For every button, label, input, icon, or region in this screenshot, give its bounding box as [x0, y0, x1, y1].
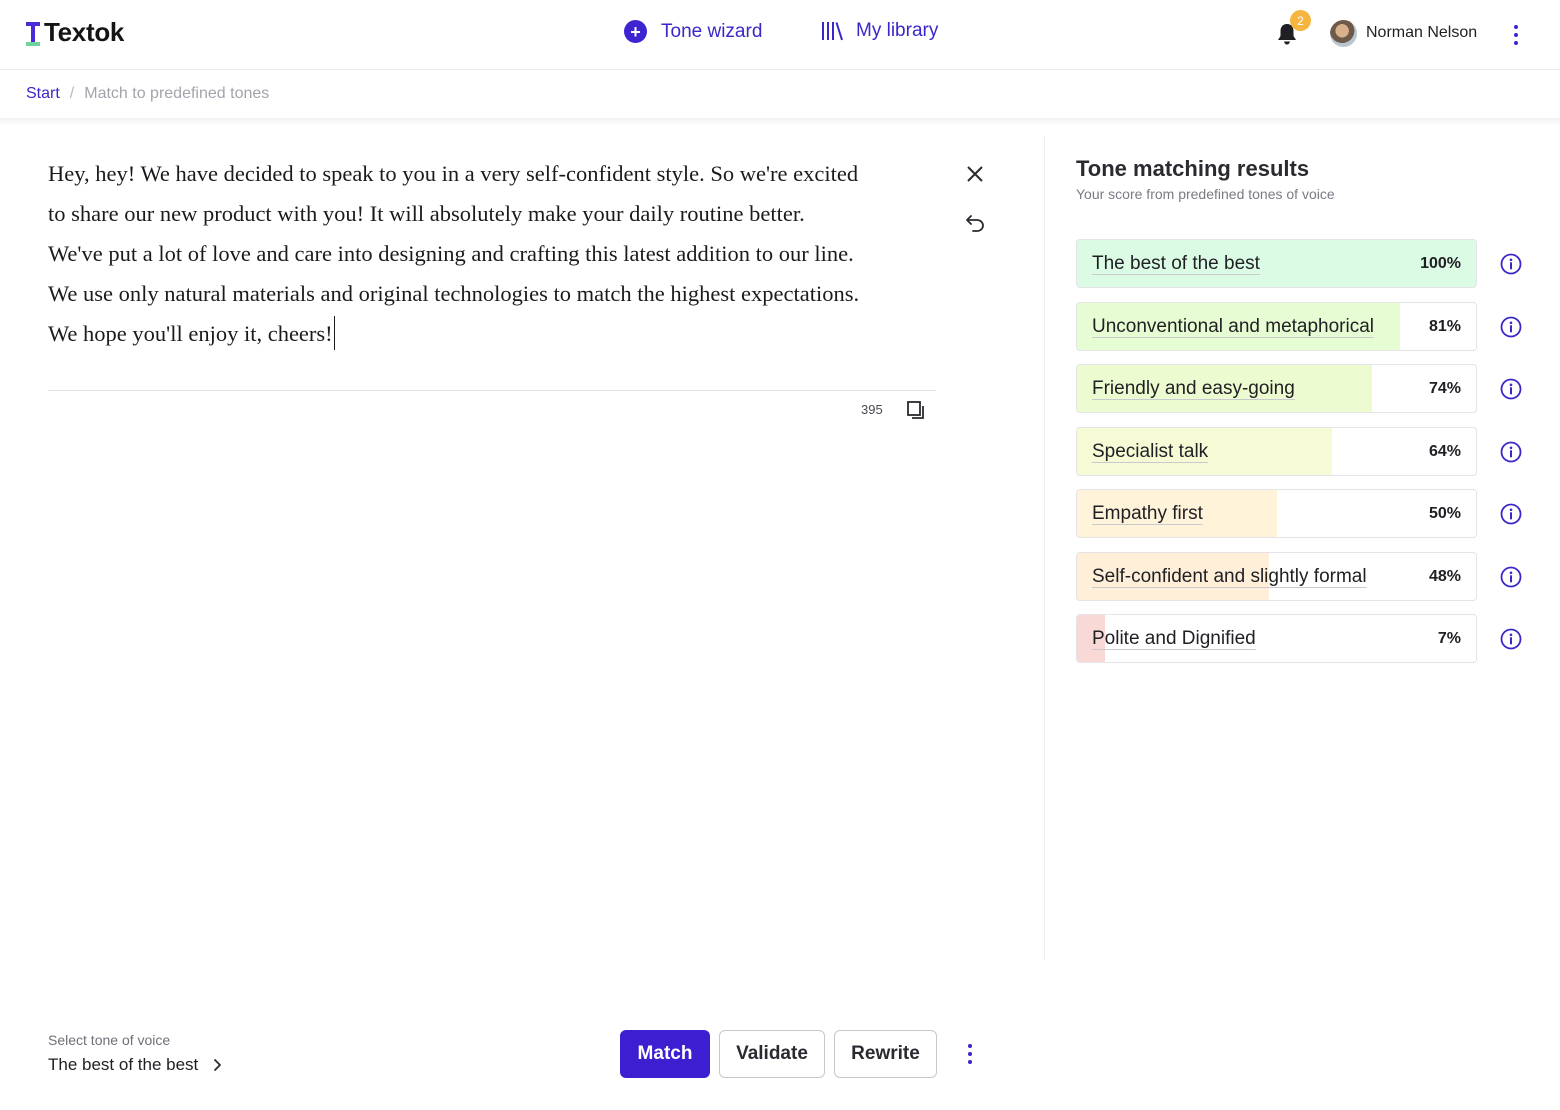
- breadcrumb: Start / Match to predefined tones: [26, 85, 269, 103]
- tone-result-row: Empathy first 50%: [1076, 489, 1536, 538]
- tone-result-percent: 64%: [1428, 442, 1461, 460]
- info-icon[interactable]: [1500, 316, 1522, 338]
- nav-tone-wizard[interactable]: + Tone wizard: [624, 20, 762, 43]
- text-editor[interactable]: Hey, hey! We have decided to speak to yo…: [48, 154, 940, 354]
- tone-result-label: Polite and Dignified: [1092, 628, 1256, 649]
- tone-results-list: The best of the best 100% Unconventional a…: [1076, 239, 1536, 677]
- logo[interactable]: Textok: [26, 17, 124, 48]
- undo-icon[interactable]: [963, 211, 987, 235]
- editor-line[interactable]: We use only natural materials and origin…: [48, 274, 940, 314]
- plus-circle-icon: +: [624, 20, 647, 43]
- selected-tone: The best of the best: [48, 1055, 199, 1074]
- editor-line-last[interactable]: We hope you'll enjoy it, cheers!: [48, 314, 940, 354]
- tone-select[interactable]: The best of the best: [48, 1055, 222, 1075]
- editor-line[interactable]: We hope you'll enjoy it, cheers!: [48, 321, 333, 346]
- user-name[interactable]: Norman Nelson: [1366, 24, 1477, 42]
- tone-result-percent: 48%: [1428, 567, 1461, 585]
- breadcrumb-current: Match to predefined tones: [84, 85, 270, 102]
- info-icon[interactable]: [1500, 441, 1522, 463]
- editor-line[interactable]: We've put a lot of love and care into de…: [48, 234, 940, 274]
- top-bar: Textok + Tone wizard My library 2 Norman…: [0, 0, 1560, 70]
- results-subtitle: Your score from predefined tones of voic…: [1076, 186, 1335, 202]
- tone-result-label: Specialist talk: [1092, 440, 1209, 462]
- tone-result-label: Unconventional and metaphorical: [1092, 315, 1375, 337]
- nav-tone-wizard-label: Tone wizard: [661, 20, 763, 42]
- tone-result-percent: 74%: [1428, 380, 1461, 397]
- tone-result-percent: 7%: [1437, 630, 1461, 647]
- tone-result-row: Unconventional and metaphorical 81%: [1076, 301, 1536, 351]
- breadcrumb-shadow: [0, 118, 1560, 126]
- avatar[interactable]: [1330, 20, 1357, 47]
- tone-result-row: Polite and Dignified 7%: [1076, 614, 1536, 663]
- nav-my-library[interactable]: My library: [820, 20, 938, 42]
- info-icon[interactable]: [1500, 503, 1522, 525]
- tone-result-bar[interactable]: Polite and Dignified 7%: [1076, 614, 1477, 663]
- rewrite-button[interactable]: Rewrite: [834, 1030, 937, 1078]
- tone-result-label: Self-confident and slightly formal: [1092, 565, 1367, 587]
- nav-my-library-label: My library: [856, 20, 939, 41]
- tone-result-row: Friendly and easy-going 74%: [1076, 364, 1536, 413]
- match-button[interactable]: Match: [620, 1030, 710, 1078]
- text-caret: [333, 316, 336, 350]
- more-actions-icon[interactable]: [960, 1041, 980, 1067]
- more-options-icon[interactable]: [1506, 22, 1526, 48]
- logo-mark-icon: [26, 20, 40, 46]
- library-icon: [820, 20, 844, 42]
- tone-result-percent: 100%: [1420, 255, 1461, 272]
- panel-divider: [1044, 136, 1045, 960]
- validate-button[interactable]: Validate: [719, 1030, 825, 1078]
- logo-text: Textok: [44, 17, 125, 47]
- tone-result-label: Empathy first: [1092, 503, 1203, 524]
- chevron-right-icon: [214, 1059, 222, 1071]
- tone-result-bar[interactable]: The best of the best 100%: [1076, 239, 1477, 288]
- breadcrumb-separator: /: [69, 85, 75, 102]
- info-icon[interactable]: [1500, 378, 1522, 400]
- info-icon[interactable]: [1500, 566, 1522, 588]
- tone-result-percent: 50%: [1428, 505, 1461, 522]
- copy-icon[interactable]: [906, 400, 926, 420]
- tone-result-bar[interactable]: Specialist talk 64%: [1076, 426, 1477, 476]
- tone-result-bar[interactable]: Self-confident and slightly formal 48%: [1076, 551, 1477, 601]
- tone-result-bar[interactable]: Unconventional and metaphorical 81%: [1076, 301, 1477, 351]
- editor-divider: [48, 390, 936, 391]
- info-icon[interactable]: [1500, 628, 1522, 650]
- info-icon[interactable]: [1500, 253, 1522, 275]
- tone-result-bar[interactable]: Empathy first 50%: [1076, 489, 1477, 538]
- tone-select-label: Select tone of voice: [48, 1032, 171, 1048]
- results-title: Tone matching results: [1076, 156, 1310, 181]
- editor-line[interactable]: to share our new product with you! It wi…: [48, 194, 940, 234]
- tone-result-row: Self-confident and slightly formal 48%: [1076, 551, 1536, 601]
- tone-result-percent: 81%: [1428, 317, 1461, 335]
- tone-result-label: The best of the best: [1092, 253, 1260, 274]
- tone-result-row: Specialist talk 64%: [1076, 426, 1536, 476]
- notification-count-badge: 2: [1290, 10, 1311, 31]
- tone-result-bar[interactable]: Friendly and easy-going 74%: [1076, 364, 1477, 413]
- breadcrumb-start-link[interactable]: Start: [26, 85, 60, 103]
- tone-result-label: Friendly and easy-going: [1092, 378, 1295, 399]
- character-count: 395: [861, 402, 883, 417]
- tone-result-row: The best of the best 100%: [1076, 239, 1536, 288]
- clear-text-close-icon[interactable]: [964, 163, 986, 185]
- editor-line[interactable]: Hey, hey! We have decided to speak to yo…: [48, 154, 940, 194]
